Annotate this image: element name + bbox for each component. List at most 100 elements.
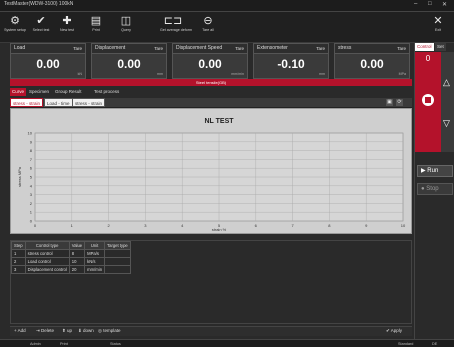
y-axis-label: stress MPa (17, 166, 22, 187)
apply-button[interactable]: ✔ Apply (386, 328, 402, 334)
meter-stress: stress Tare 0.00 MPa (334, 43, 410, 79)
row-control-type[interactable]: Displacement control (24, 265, 70, 274)
table-row[interactable]: 2 Load control 10 kN/s (11, 257, 131, 266)
meter-displacement-title[interactable]: Displacement (95, 45, 125, 51)
close-window-button[interactable]: ✕ (442, 1, 447, 8)
delete-step-label: Delete (41, 328, 55, 333)
tab-stress-strain-2[interactable]: stress - strain (72, 98, 106, 107)
x-tick-label: 6 (255, 223, 258, 228)
select-test-icon: ✔ (36, 15, 46, 27)
row-unit: mm/min (84, 265, 106, 274)
row-step: 3 (11, 265, 26, 274)
tab-specimen[interactable]: Specimen (27, 88, 51, 96)
meter-extensometer: Extensometer Tare -0.10 mm (253, 43, 329, 79)
table-row[interactable]: 1 stress control 8 MPa/s (11, 249, 131, 258)
y-tick-label: 5 (30, 175, 33, 180)
tare-all-icon: ⊖ (203, 15, 213, 27)
control-counter: 0 (425, 54, 431, 63)
tab-test-process[interactable]: Test process (92, 88, 121, 96)
x-axis-label: strain % (212, 227, 227, 232)
maximize-button[interactable]: □ (428, 1, 432, 7)
jog-down-icon[interactable]: ▽ (443, 118, 450, 129)
template-button[interactable]: ◎ template (98, 328, 120, 334)
row-target-type[interactable] (104, 249, 131, 258)
row-value[interactable]: 20 (68, 265, 86, 274)
meter-displacement: Displacement Tare 0.00 mm (91, 43, 167, 79)
system-setup-icon: ⚙ (10, 15, 20, 27)
average-deform-label: Get average deform (160, 28, 192, 32)
control-panel: Control Set 0 △ ▽ ▶ Run ● Stop (414, 43, 454, 339)
meter-speed-unit: mm/min (231, 72, 244, 76)
jog-up-icon[interactable]: △ (443, 77, 450, 88)
new-test-button[interactable]: ✚ New test (55, 14, 79, 40)
col-step: Step (11, 241, 26, 250)
move-up-button[interactable]: ⬆ up (62, 328, 72, 334)
meter-stress-tare-button[interactable]: Tare (397, 44, 406, 53)
y-tick-label: 7 (30, 157, 33, 162)
row-target-type[interactable] (104, 257, 131, 266)
y-tick-label: 4 (30, 183, 33, 188)
toolbar: ⚙ System setup ✔ Select test ✚ New test … (0, 12, 454, 43)
row-value[interactable]: 8 (68, 249, 86, 258)
system-setup-button[interactable]: ⚙ System setup (3, 14, 27, 40)
tab-set[interactable]: Set (435, 43, 446, 51)
meter-load: Load Tare 0.00 kN (10, 43, 86, 79)
chart-refresh-icon[interactable]: ⟳ (396, 99, 403, 106)
meter-extensometer-tare-button[interactable]: Tare (316, 44, 325, 53)
meter-speed-title[interactable]: Displacement Speed (176, 45, 222, 51)
tab-stress-strain[interactable]: stress - strain (10, 98, 44, 107)
x-tick-label: 7 (291, 223, 294, 228)
minimize-button[interactable]: – (414, 1, 417, 7)
query-button[interactable]: ◫ Query (114, 14, 138, 40)
meter-speed-tare-button[interactable]: Tare (235, 44, 244, 53)
tab-group-result[interactable]: Group Result (53, 88, 84, 96)
stop-circle-icon[interactable] (422, 94, 434, 106)
meter-load-title[interactable]: Load (14, 45, 25, 51)
x-tick-label: 8 (328, 223, 331, 228)
chart-settings-icon[interactable]: ▣ (386, 99, 393, 106)
delete-step-button[interactable]: ⇥ Delete (36, 328, 54, 334)
control-slider-panel[interactable]: 0 (415, 52, 441, 152)
average-deform-button[interactable]: ⊏⊐ Get average deform (160, 14, 192, 40)
add-step-button[interactable]: + Add (14, 328, 26, 333)
row-target-type[interactable] (104, 265, 131, 274)
apply-label: Apply (390, 328, 403, 333)
run-button[interactable]: ▶ Run (417, 165, 453, 177)
meter-load-tare-button[interactable]: Tare (73, 44, 82, 53)
select-test-button[interactable]: ✔ Select test (29, 14, 53, 40)
print-button[interactable]: ▤ Print (84, 14, 108, 40)
exit-icon: ✕ (433, 15, 443, 27)
x-tick-label: 2 (107, 223, 110, 228)
exit-button[interactable]: ✕ Exit (426, 14, 450, 40)
table-row[interactable]: 3 Displacement control 20 mm/min (11, 265, 131, 274)
tab-load-time[interactable]: Load - time (44, 98, 73, 107)
stop-button[interactable]: ● Stop (417, 183, 453, 195)
meter-displacement-tare-button[interactable]: Tare (154, 44, 163, 53)
meter-extensometer-title[interactable]: Extensometer (257, 45, 288, 51)
row-value[interactable]: 10 (68, 257, 86, 266)
system-setup-label: System setup (4, 28, 26, 32)
tare-all-label: Tare all (202, 28, 214, 32)
tab-curve[interactable]: Curve (10, 88, 27, 96)
row-control-type[interactable]: Load control (24, 257, 70, 266)
move-up-label: up (67, 328, 73, 333)
tare-all-button[interactable]: ⊖ Tare all (196, 14, 220, 40)
tab-control[interactable]: Control (415, 43, 434, 51)
move-down-button[interactable]: ⬇ down (78, 328, 94, 334)
x-tick-label: 1 (71, 223, 74, 228)
meter-load-value: 0.00 (36, 57, 60, 71)
row-control-type[interactable]: stress control (24, 249, 70, 258)
meter-stress-title[interactable]: stress (338, 45, 351, 51)
meter-displacement-unit: mm (157, 72, 163, 76)
y-tick-label: 10 (28, 131, 33, 136)
status-language: DE (432, 342, 438, 346)
window-title: TestMaster(WDW-3100) 100kN (4, 1, 74, 7)
run-label: Run (427, 168, 439, 174)
meter-extensometer-value: -0.10 (277, 57, 305, 71)
main-tabs: Curve Specimen Group Result Test process (10, 88, 412, 96)
meter-load-unit: kN (77, 72, 82, 76)
status-state: Status (110, 342, 121, 346)
template-label: template (103, 328, 121, 333)
steps-table-panel: Step Control type Value Unit Target type… (10, 240, 412, 324)
stop-icon: ● (421, 186, 425, 192)
